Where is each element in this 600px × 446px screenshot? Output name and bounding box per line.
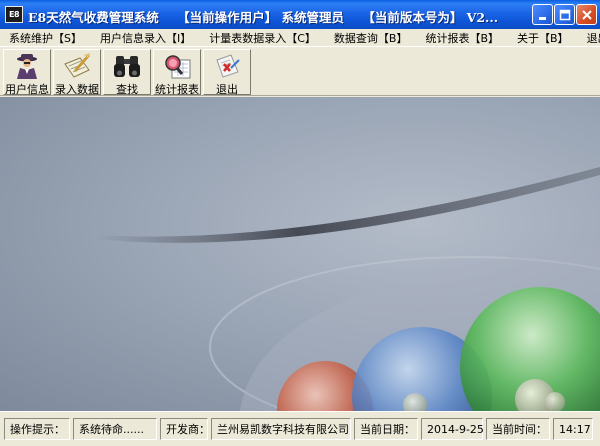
menu-exit[interactable]: 退出【X】 bbox=[582, 30, 600, 46]
app-logo-icon[interactable]: E8 bbox=[5, 6, 23, 23]
exit-label: 退出 bbox=[216, 83, 238, 96]
exit-button[interactable]: 退出 bbox=[203, 49, 251, 96]
enter-data-button[interactable]: 录入数据 bbox=[53, 49, 101, 96]
title-app-name: E8天然气收费管理系统 bbox=[28, 10, 159, 25]
title-bar[interactable]: E8 E8天然气收费管理系统 【当前操作用户】 系统管理员 【当前版本号为】 V… bbox=[0, 0, 600, 29]
close-button[interactable] bbox=[576, 4, 597, 25]
status-hint-label: 操作提示： bbox=[4, 418, 70, 440]
menu-bar: 系统维护【S】 用户信息录入【I】 计量表数据录入【C】 数据查询【B】 统计报… bbox=[0, 29, 600, 46]
title-current-user: 【当前操作用户】 系统管理员 bbox=[177, 10, 344, 25]
menu-about[interactable]: 关于【B】 bbox=[512, 30, 574, 46]
menu-statistics-report[interactable]: 统计报表【B】 bbox=[420, 30, 504, 46]
maximize-icon bbox=[559, 9, 570, 20]
menu-system-maintenance[interactable]: 系统维护【S】 bbox=[4, 30, 87, 46]
quill-paper-icon bbox=[61, 52, 93, 80]
menu-meter-data-entry[interactable]: 计量表数据录入【C】 bbox=[204, 30, 321, 46]
window-title: E8天然气收费管理系统 【当前操作用户】 系统管理员 【当前版本号为】 V2..… bbox=[28, 7, 512, 26]
magnifier-chart-icon bbox=[161, 52, 193, 80]
close-icon bbox=[581, 9, 592, 20]
decorative-spheres-background bbox=[95, 167, 600, 411]
main-window: E8 E8天然气收费管理系统 【当前操作用户】 系统管理员 【当前版本号为】 V… bbox=[0, 0, 600, 446]
title-version: 【当前版本号为】 V2... bbox=[362, 10, 499, 25]
minimize-button[interactable] bbox=[532, 4, 553, 25]
enter-data-label: 录入数据 bbox=[55, 83, 99, 96]
status-date-value: 2014-9-25 bbox=[421, 418, 484, 440]
status-hint-value: 系统待命...... bbox=[73, 418, 157, 440]
status-developer-label: 开发商： bbox=[160, 418, 210, 440]
menu-data-query[interactable]: 数据查询【B】 bbox=[329, 30, 413, 46]
status-bar: 操作提示： 系统待命...... 开发商： 兰州易凯数字科技有限公司 当前日期：… bbox=[0, 411, 600, 446]
status-date-label: 当前日期： bbox=[354, 418, 418, 440]
menu-user-info-entry[interactable]: 用户信息录入【I】 bbox=[95, 30, 196, 46]
exit-icon bbox=[211, 52, 243, 80]
status-developer-value: 兰州易凯数字科技有限公司 bbox=[211, 418, 351, 440]
workspace-background bbox=[0, 97, 600, 411]
user-info-label: 用户信息 bbox=[5, 83, 49, 96]
maximize-button[interactable] bbox=[554, 4, 575, 25]
user-agent-icon bbox=[11, 52, 43, 80]
search-button[interactable]: 查找 bbox=[103, 49, 151, 96]
user-info-button[interactable]: 用户信息 bbox=[3, 49, 51, 96]
status-time-label: 当前时间： bbox=[486, 418, 550, 440]
statistics-report-label: 统计报表 bbox=[155, 83, 199, 96]
status-time-value: 14:17 bbox=[553, 418, 593, 440]
minimize-icon bbox=[538, 16, 546, 20]
toolbar: 用户信息 录入数据 查找 统计报表 退出 bbox=[0, 46, 600, 96]
search-label: 查找 bbox=[116, 83, 138, 96]
statistics-report-button[interactable]: 统计报表 bbox=[153, 49, 201, 96]
binoculars-icon bbox=[111, 52, 143, 80]
